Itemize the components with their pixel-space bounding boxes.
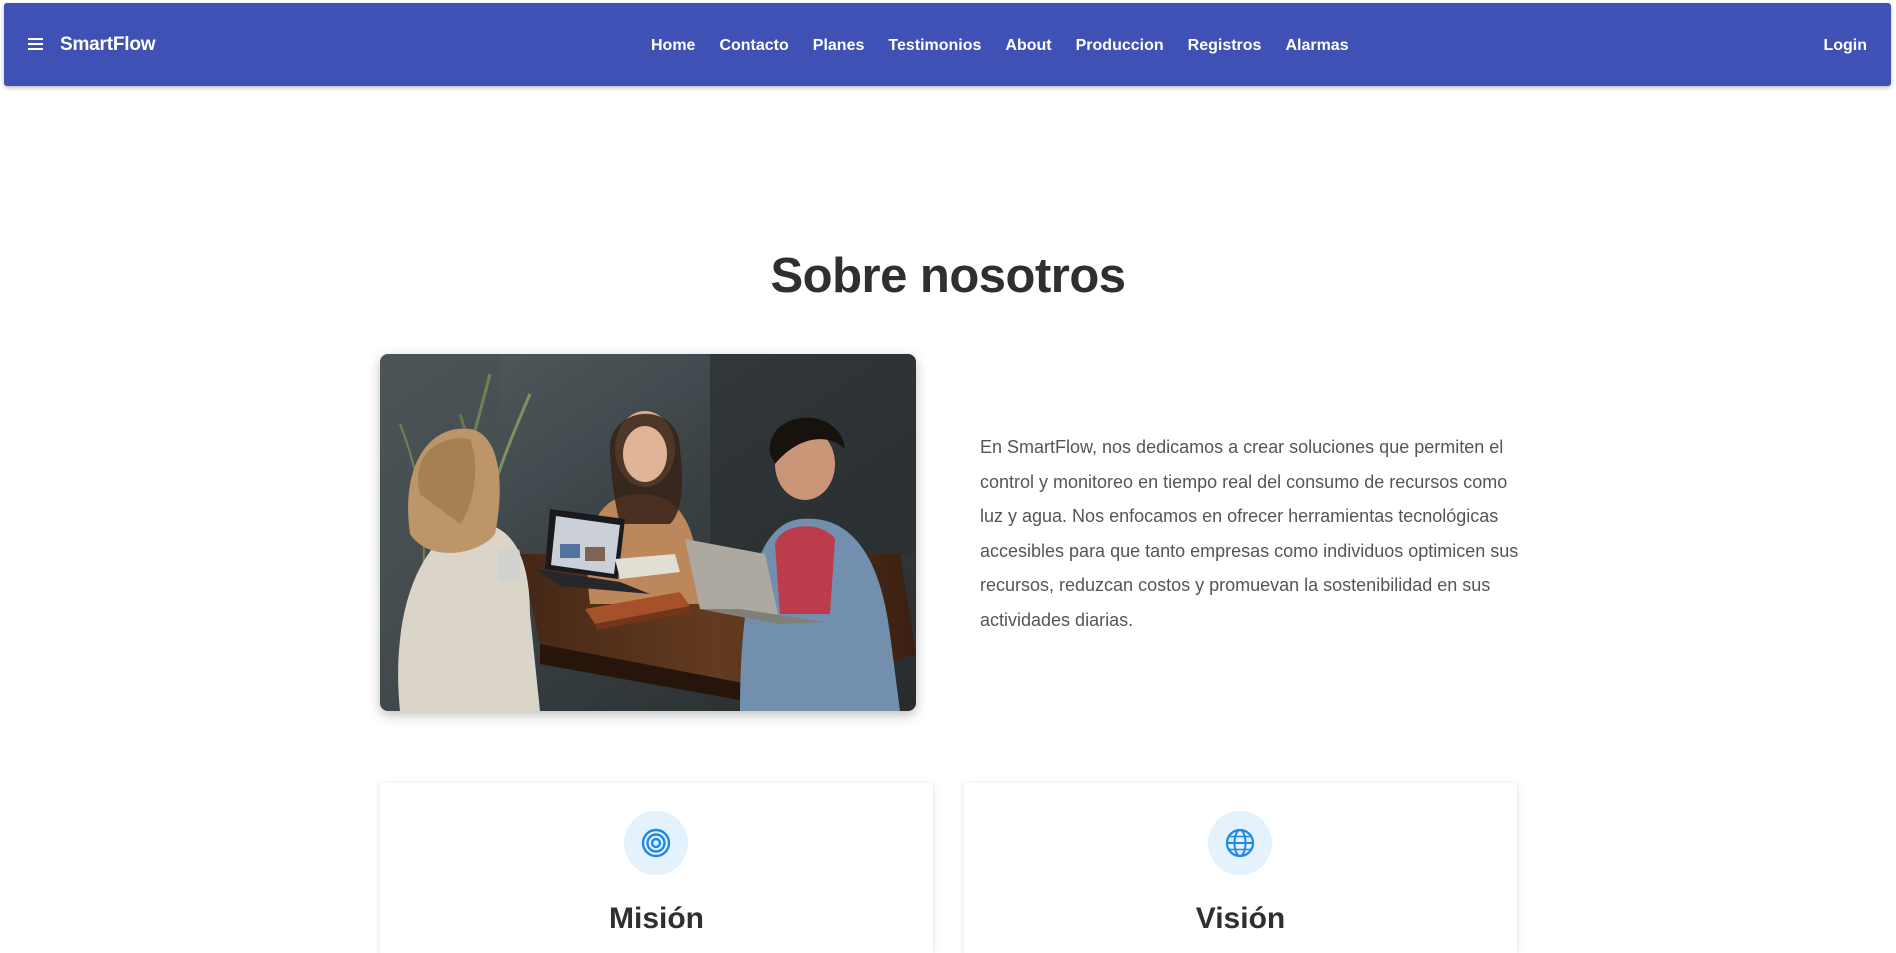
nav-home[interactable]: Home <box>651 37 695 55</box>
team-photo-illustration <box>380 354 916 711</box>
app-bar: SmartFlow Home Contacto Planes Testimoni… <box>4 3 1891 86</box>
mision-title: Misión <box>609 902 704 935</box>
nav-planes[interactable]: Planes <box>813 37 865 55</box>
team-photo <box>380 354 916 711</box>
nav-testimonios[interactable]: Testimonios <box>888 37 981 55</box>
section-title: Sobre nosotros <box>770 249 1126 303</box>
vision-title: Visión <box>1195 902 1286 935</box>
mision-card: Misión <box>380 783 933 953</box>
main-nav: Home Contacto Planes Testimonios About P… <box>651 37 1373 55</box>
nav-registros[interactable]: Registros <box>1188 37 1262 55</box>
vision-card: Visión <box>964 783 1517 953</box>
brand-logo[interactable]: SmartFlow <box>60 34 156 56</box>
nav-contacto[interactable]: Contacto <box>719 37 788 55</box>
target-icon <box>624 811 688 875</box>
globe-icon <box>1208 811 1272 875</box>
nav-about[interactable]: About <box>1005 37 1051 55</box>
nav-alarmas[interactable]: Alarmas <box>1285 37 1348 55</box>
about-description: En SmartFlow, nos dedicamos a crear solu… <box>980 437 1519 630</box>
nav-produccion[interactable]: Produccion <box>1076 37 1164 55</box>
hamburger-menu-icon[interactable] <box>26 34 48 54</box>
login-button[interactable]: Login <box>1823 37 1867 55</box>
